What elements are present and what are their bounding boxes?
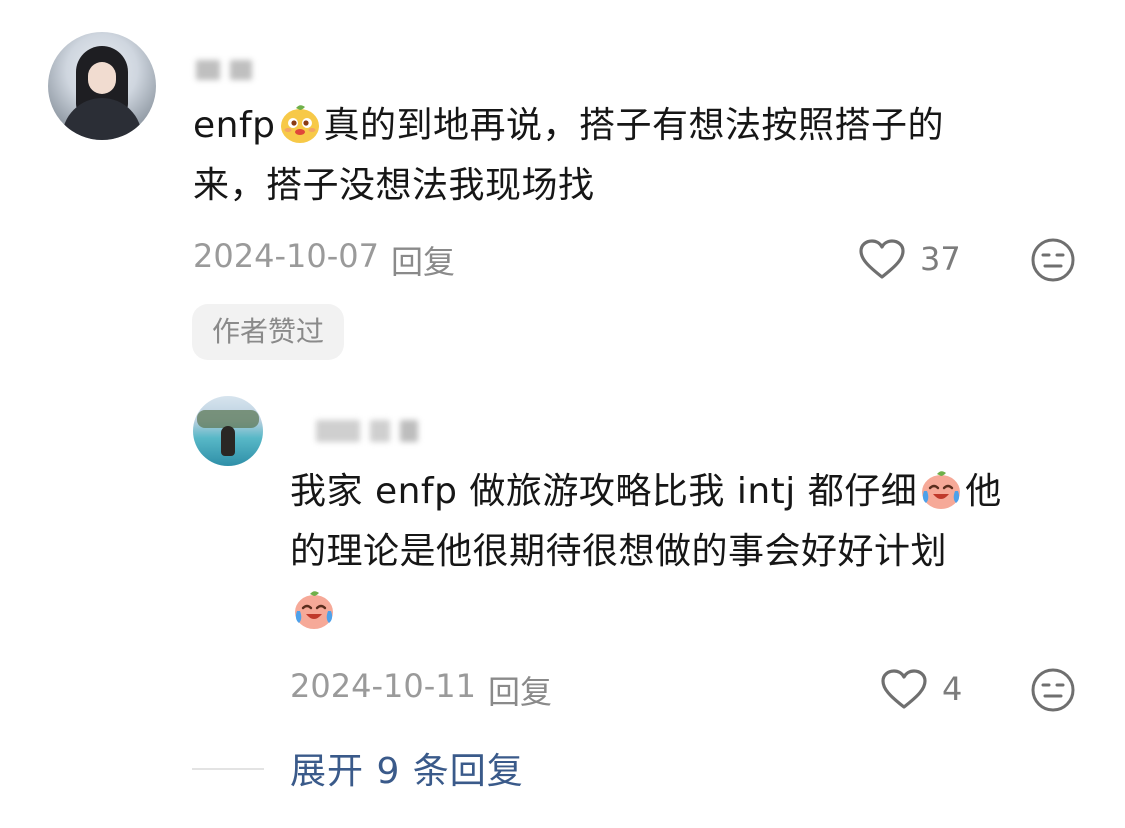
replier-avatar[interactable] (193, 396, 263, 466)
dislike-face-icon[interactable] (1030, 667, 1076, 713)
dislike-face-icon[interactable] (1030, 237, 1076, 283)
reply-reply-button[interactable]: 回复 (488, 667, 552, 713)
heart-icon (859, 239, 905, 279)
smirk-face-emoji-icon (280, 105, 319, 143)
comment-like-button[interactable]: 37 (858, 238, 961, 280)
heart-icon (881, 669, 927, 709)
crying-laughing-emoji-icon (295, 591, 333, 629)
expand-divider (192, 768, 264, 770)
crying-laughing-emoji-icon (922, 471, 961, 509)
commenter-name-blurred[interactable] (196, 60, 252, 80)
reply-like-button[interactable]: 4 (880, 668, 962, 710)
reply-like-count: 4 (942, 670, 963, 708)
comment-like-count: 37 (920, 240, 961, 278)
comment-date: 2024-10-07 (193, 237, 379, 275)
reply-meta: 2024-10-11 回复 (290, 667, 552, 713)
reply-text: 我家 enfp 做旅游攻略比我 intj 都仔细 他 的理论是他很期待很想做的事… (290, 462, 1090, 642)
reply-text-part2: 他 (965, 471, 1002, 512)
comment-meta: 2024-10-07 回复 (193, 237, 455, 283)
expand-replies-button[interactable]: 展开 9 条回复 (290, 742, 524, 794)
comment-text-line2: 来，搭子没想法我现场找 (193, 165, 595, 206)
comment-text: enfp 真的到地再说，搭子有想法按照搭子的 来，搭子没想法我现场找 (193, 96, 1093, 216)
comment-reply-button[interactable]: 回复 (391, 237, 455, 283)
replier-name-blurred[interactable] (316, 420, 418, 442)
author-liked-badge: 作者赞过 (192, 304, 345, 360)
comment-text-part1: enfp (193, 105, 276, 146)
reply-text-line2: 的理论是他很期待很想做的事会好好计划 (290, 531, 948, 572)
commenter-avatar[interactable] (48, 32, 156, 140)
reply-date: 2024-10-11 (290, 667, 476, 705)
comment-text-part2: 真的到地再说，搭子有想法按照搭子的 (323, 105, 945, 146)
reply-text-part1: 我家 enfp 做旅游攻略比我 intj 都仔细 (290, 471, 918, 512)
